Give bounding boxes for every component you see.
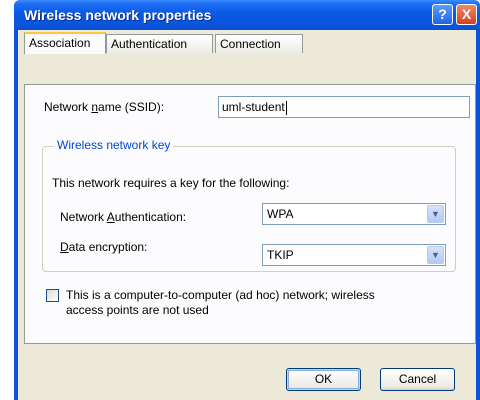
adhoc-label[interactable]: This is a computer-to-computer (ad hoc) …: [66, 288, 375, 318]
wireless-key-group-title: Wireless network key: [54, 138, 174, 152]
auth-select-value: WPA: [267, 207, 294, 221]
encryption-select-value: TKIP: [267, 248, 294, 262]
ssid-input[interactable]: uml-student: [218, 96, 470, 118]
adhoc-checkbox[interactable]: [46, 289, 59, 302]
text-caret: [285, 100, 287, 115]
chevron-down-icon[interactable]: ▼: [427, 205, 444, 223]
encryption-select[interactable]: TKIP ▼: [262, 244, 446, 266]
tab-authentication[interactable]: Authentication: [106, 34, 213, 53]
chevron-down-icon[interactable]: ▼: [427, 246, 444, 264]
cancel-button[interactable]: Cancel: [380, 368, 455, 391]
ssid-label: Network name (SSID):: [44, 100, 165, 114]
ok-button[interactable]: OK: [286, 368, 361, 391]
window-title: Wireless network properties: [24, 7, 212, 23]
tab-association[interactable]: Association: [24, 32, 106, 54]
help-button[interactable]: ?: [432, 4, 453, 25]
auth-label: Network Authentication:: [60, 210, 187, 224]
auth-select[interactable]: WPA ▼: [262, 203, 446, 225]
tab-connection[interactable]: Connection: [215, 34, 303, 53]
ssid-value: uml-student: [222, 100, 285, 114]
close-button[interactable]: X: [456, 4, 477, 25]
encryption-label: Data encryption:: [60, 240, 148, 254]
key-description: This network requires a key for the foll…: [52, 176, 290, 190]
title-bar[interactable]: Wireless network properties ? X: [14, 0, 480, 30]
